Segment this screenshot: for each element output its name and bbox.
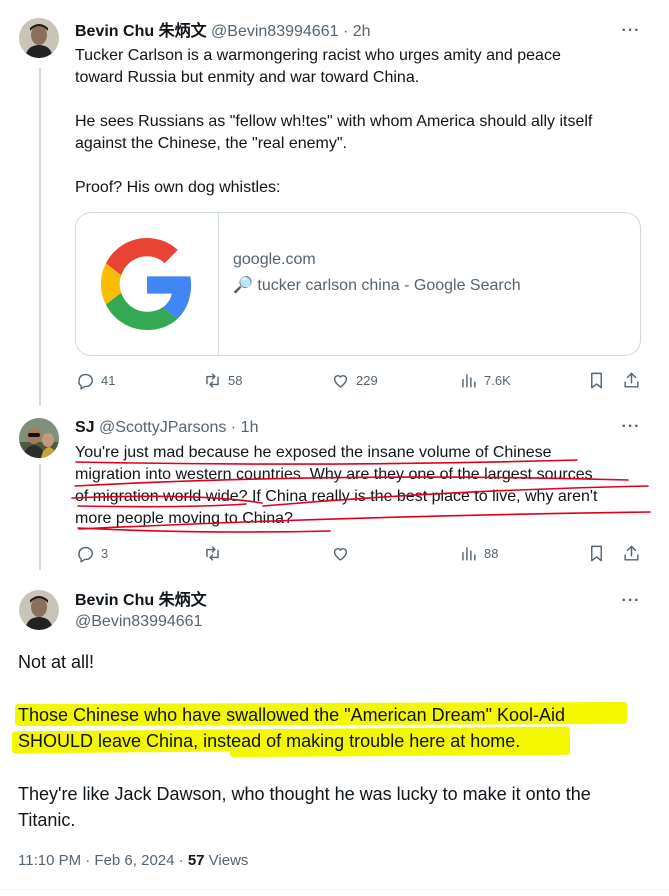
post-timestamp[interactable]: 11:10 PM · Feb 6, 2024 · <box>18 852 188 869</box>
like-icon <box>333 548 348 561</box>
views-icon <box>462 547 476 561</box>
bookmark-button[interactable] <box>587 544 606 563</box>
tweet-text-line: Those Chinese who have swallowed the "Am… <box>18 705 566 725</box>
views-count: 57 <box>187 852 205 869</box>
author-name[interactable]: Bevin Chu 朱炳文 <box>75 591 207 611</box>
reply-button[interactable]: 3 <box>76 544 108 563</box>
divider <box>0 889 669 890</box>
tweet-text-line: SHOULD leave China, instead of making tr… <box>18 731 521 751</box>
tweet-text-line: They're like Jack Dawson, who thought he… <box>18 784 591 804</box>
share-button[interactable] <box>622 544 641 563</box>
like-button[interactable] <box>331 544 350 563</box>
bookmark-icon <box>591 545 602 562</box>
repost-button[interactable] <box>203 544 222 563</box>
views-label: Views <box>204 852 249 869</box>
post-metadata: 11:10 PM · Feb 6, 2024 · 57 Views <box>18 852 248 869</box>
reply-icon <box>78 546 93 563</box>
views-count: 88 <box>484 546 499 561</box>
share-icon <box>624 545 639 561</box>
tweet-text-line: Titanic. <box>18 810 76 830</box>
red-underline-annotations <box>71 459 651 533</box>
author-handle[interactable]: @Bevin83994661 <box>75 612 202 632</box>
reply-count: 3 <box>101 546 109 561</box>
more-icon[interactable]: ··· <box>619 593 643 614</box>
views-button[interactable]: 88 <box>459 544 498 563</box>
repost-icon <box>206 546 219 561</box>
tweet-text-line: Not at all! <box>18 652 95 672</box>
avatar[interactable] <box>19 590 59 630</box>
